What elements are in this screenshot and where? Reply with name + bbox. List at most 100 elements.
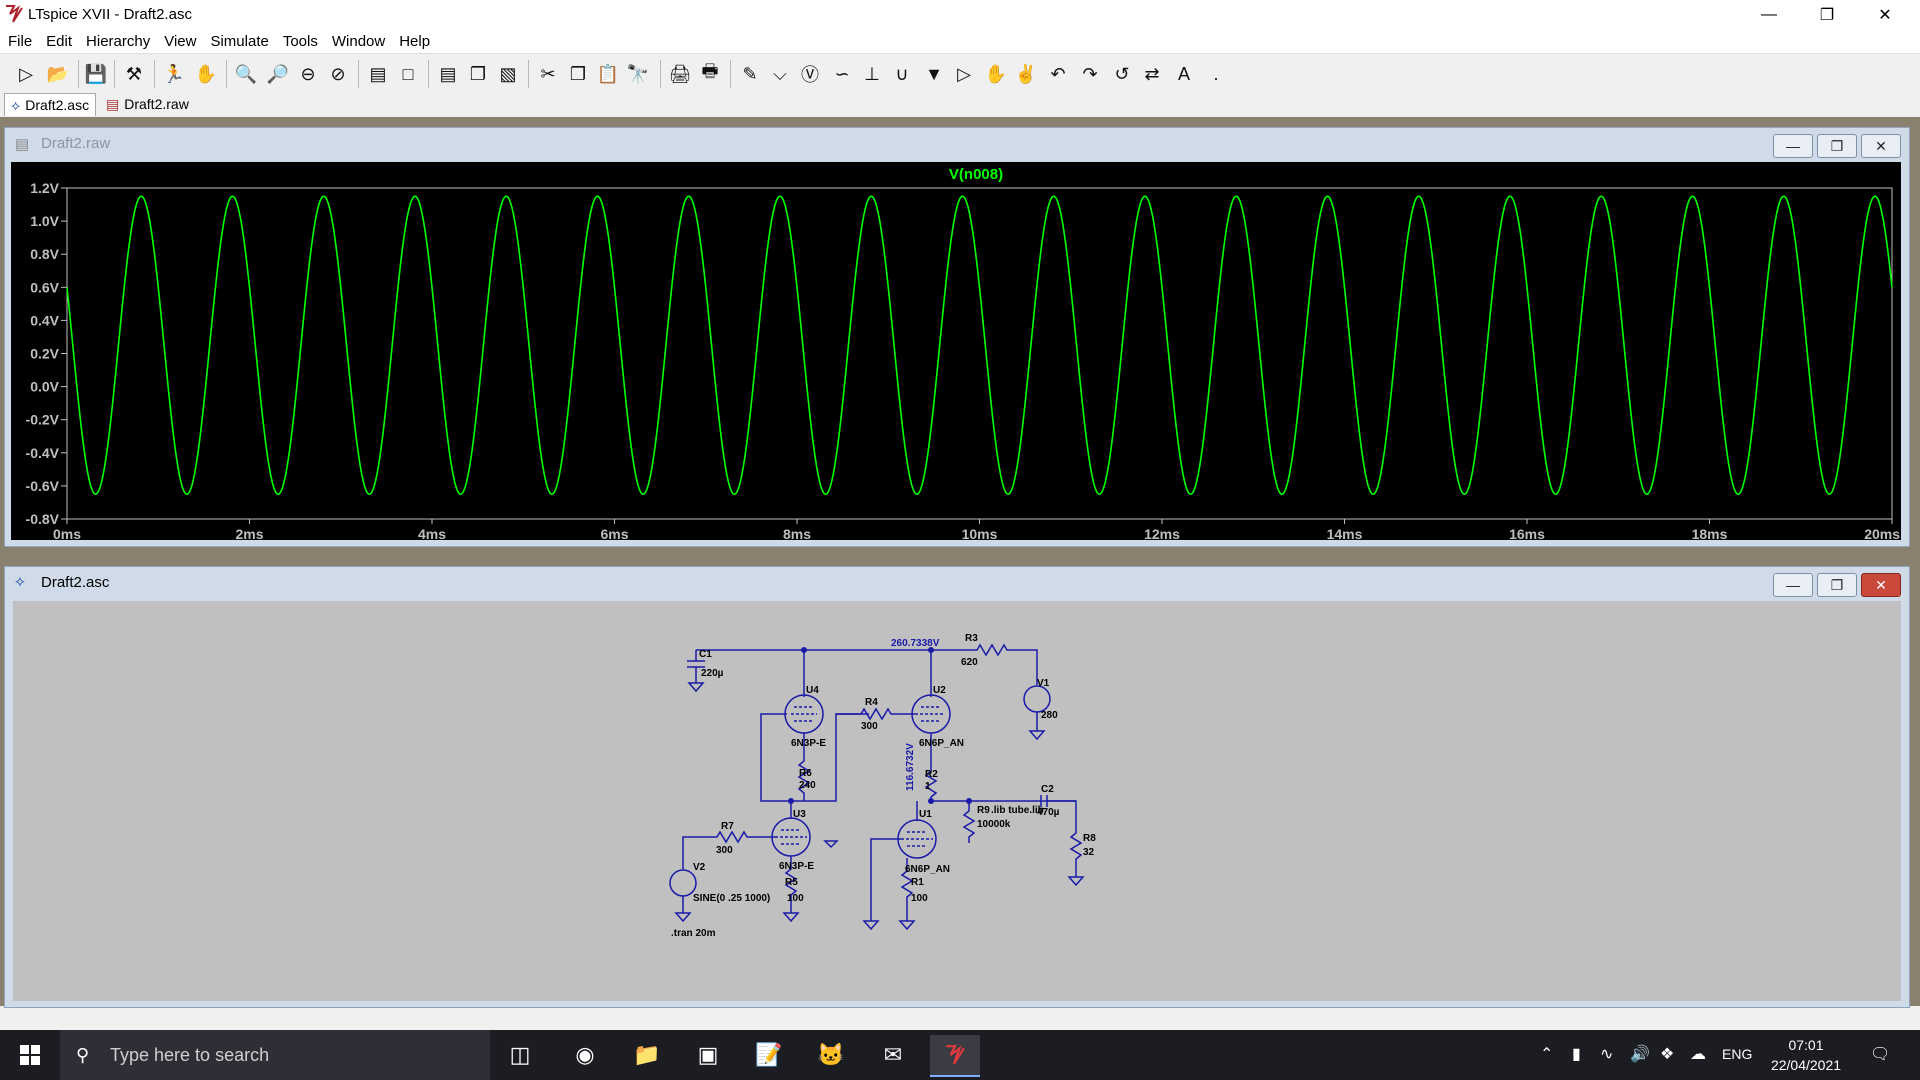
close-button[interactable]: ✕: [1856, 0, 1914, 29]
waveform-window-titlebar[interactable]: ▤ Draft2.raw — ❐ ✕: [5, 128, 1909, 160]
file-explorer-icon[interactable]: 📁: [622, 1035, 672, 1075]
clock-date: 22/04/2021: [1770, 1057, 1842, 1073]
cascade-icon[interactable]: ❐: [466, 62, 490, 86]
task-view-icon[interactable]: ◫: [495, 1035, 545, 1075]
waveform-close-button[interactable]: ✕: [1861, 134, 1901, 158]
dropbox-icon[interactable]: ❖: [1660, 1044, 1674, 1064]
start-button[interactable]: [5, 1035, 55, 1075]
label-r1-name: R1: [911, 877, 924, 888]
minimize-button[interactable]: —: [1740, 0, 1798, 29]
diode-icon[interactable]: ▼: [922, 62, 946, 86]
cloud-icon[interactable]: ☁: [1690, 1044, 1706, 1064]
tab-draft2-raw[interactable]: ▤ Draft2.raw: [100, 93, 195, 115]
restore-button[interactable]: ❐: [1798, 0, 1856, 29]
capacitor-icon[interactable]: ⊥: [860, 62, 884, 86]
pan-icon[interactable]: 🔎: [266, 62, 290, 86]
find-icon[interactable]: 🔭: [626, 62, 650, 86]
undo-icon[interactable]: ↶: [1046, 62, 1070, 86]
mail-icon[interactable]: ✉: [868, 1035, 918, 1075]
new-schematic-icon[interactable]: ▷: [14, 62, 38, 86]
run-icon[interactable]: 🏃: [162, 62, 186, 86]
label-c2-name: C2: [1041, 784, 1054, 795]
chevron-up-icon[interactable]: ⌃: [1540, 1044, 1553, 1064]
tran-directive[interactable]: .tran 20m: [671, 928, 716, 939]
print-preview-icon[interactable]: 🖶: [698, 61, 722, 86]
trace-label[interactable]: V(n008): [949, 166, 1003, 183]
save-icon[interactable]: 💾: [84, 62, 108, 86]
autorange-icon[interactable]: ▤: [366, 62, 390, 86]
search-box[interactable]: ⚲ Type here to search: [60, 1030, 490, 1080]
move-icon[interactable]: ✋: [984, 62, 1008, 86]
clock[interactable]: 07:01 22/04/2021: [1758, 1035, 1854, 1075]
ground-icon[interactable]: ⌵: [768, 62, 792, 86]
mirror-icon[interactable]: ⇄: [1140, 62, 1164, 86]
ltspice-taskbar-icon[interactable]: [930, 1035, 980, 1077]
menu-view[interactable]: View: [156, 33, 202, 50]
edge-icon[interactable]: ◉: [560, 1035, 610, 1075]
waveform-maximize-button[interactable]: ❐: [1817, 134, 1857, 158]
label-v2-name: V2: [693, 862, 706, 873]
notepad-app-icon[interactable]: 📝: [744, 1035, 794, 1075]
menu-tools[interactable]: Tools: [275, 33, 324, 50]
waveform-plot[interactable]: V(n008) 1.2V 1.0V 0.8V 0.6V 0.4V 0.2V 0.0V -0.2…: [11, 162, 1901, 540]
wifi-icon[interactable]: ∿: [1600, 1044, 1613, 1064]
y-tick-label: -0.8V: [26, 511, 60, 527]
toolbar-separator: [528, 60, 529, 88]
inductor-icon[interactable]: ∪: [890, 62, 914, 86]
label-net-icon[interactable]: Ⓥ: [798, 62, 822, 86]
battery-icon[interactable]: ▮: [1572, 1044, 1581, 1064]
label-u3-name: U3: [793, 809, 806, 820]
text-icon[interactable]: A: [1172, 62, 1196, 86]
zoom-in-icon[interactable]: 🔍: [234, 62, 258, 86]
zoom-out-icon[interactable]: ⊖: [296, 62, 320, 86]
node-voltage-label[interactable]: 116.6732V: [905, 743, 916, 791]
schematic-window-titlebar[interactable]: ⟡ Draft2.asc — ❐ ✕: [5, 567, 1909, 599]
rotate-icon[interactable]: ↺: [1110, 62, 1134, 86]
mark-icon[interactable]: □: [396, 62, 420, 86]
menu-file[interactable]: File: [0, 33, 38, 50]
tile-horizontal-icon[interactable]: ▤: [436, 62, 460, 86]
menu-window[interactable]: Window: [324, 33, 391, 50]
component-icon[interactable]: ▷: [952, 62, 976, 86]
label-r7-value: 300: [716, 845, 733, 856]
schematic-close-button[interactable]: ✕: [1861, 573, 1901, 597]
label-r2-value: 1: [925, 781, 931, 792]
node-voltage-label[interactable]: 260.7338V: [891, 638, 940, 649]
search-icon: ⚲: [76, 1044, 90, 1065]
notification-icon[interactable]: 🗨: [1870, 1044, 1890, 1064]
menu-hierarchy[interactable]: Hierarchy: [78, 33, 156, 50]
menu-edit[interactable]: Edit: [38, 33, 78, 50]
resistor-icon[interactable]: ∽: [830, 62, 854, 86]
schematic-canvas[interactable]: C1 220µ 260.7338V R3 620 V1 280 U4 6N3P-…: [13, 601, 1901, 1001]
menu-help[interactable]: Help: [391, 33, 436, 50]
control-panel-icon[interactable]: ⚒: [122, 62, 146, 86]
paste-icon[interactable]: 📋: [596, 62, 620, 86]
open-icon[interactable]: 📂: [46, 62, 70, 86]
waveform-window-title: Draft2.raw: [41, 135, 111, 152]
spice-directive-icon[interactable]: .: [1204, 62, 1228, 86]
volume-icon[interactable]: 🔊: [1630, 1044, 1650, 1064]
language-indicator[interactable]: ENG: [1722, 1046, 1752, 1062]
label-u2-model: 6N6P_AN: [919, 738, 964, 749]
waveform-minimize-button[interactable]: —: [1773, 134, 1813, 158]
label-u2-name: U2: [933, 685, 946, 696]
menu-bar: File Edit Hierarchy View Simulate Tools …: [0, 29, 1920, 53]
print-icon[interactable]: 🖨: [668, 62, 692, 86]
zoom-fit-icon[interactable]: ⊘: [326, 62, 350, 86]
terminal-icon[interactable]: ▣: [683, 1035, 733, 1075]
copy-icon[interactable]: ❐: [566, 62, 590, 86]
schematic-minimize-button[interactable]: —: [1773, 573, 1813, 597]
lib-directive[interactable]: .lib tube.lib: [991, 805, 1044, 816]
redo-icon[interactable]: ↷: [1078, 62, 1102, 86]
cut-icon[interactable]: ✂: [536, 62, 560, 86]
tab-draft2-asc[interactable]: ⟡ Draft2.asc: [4, 93, 97, 116]
draw-wire-icon[interactable]: ✎: [738, 62, 762, 86]
app-icon[interactable]: 🐱: [806, 1035, 856, 1075]
menu-simulate[interactable]: Simulate: [202, 33, 274, 50]
schematic-maximize-button[interactable]: ❐: [1817, 573, 1857, 597]
tile-vertical-icon[interactable]: ▧: [496, 62, 520, 86]
halt-icon[interactable]: ✋: [194, 62, 218, 86]
y-tick-label: 0.4V: [30, 312, 59, 328]
label-u4-name: U4: [806, 685, 819, 696]
drag-icon[interactable]: ✌: [1014, 62, 1038, 86]
